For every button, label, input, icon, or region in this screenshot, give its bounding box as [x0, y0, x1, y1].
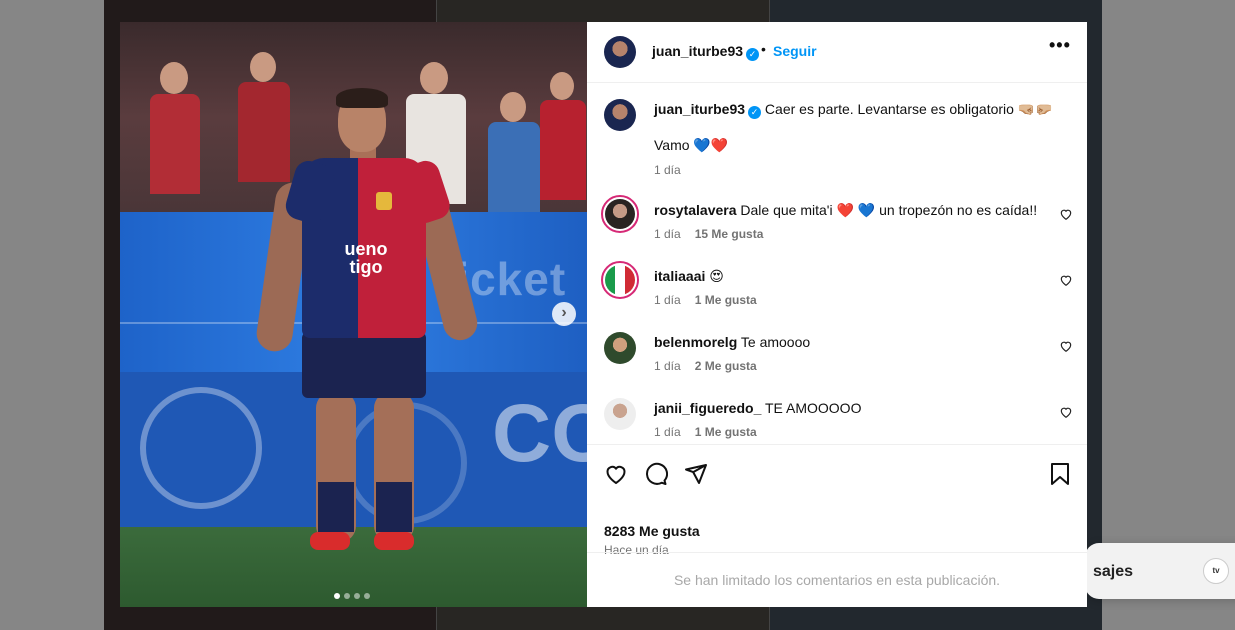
comment-bubble-icon[interactable] — [644, 462, 668, 486]
post-modal: ticket CO ueno tigo › juan_iturbe93 ✓ • … — [120, 22, 1087, 607]
more-options-icon[interactable]: ••• — [1049, 35, 1071, 56]
like-comment-heart-icon[interactable] — [1059, 405, 1073, 419]
post-actions: 8283 Me gusta Hace un día — [587, 444, 1087, 557]
post-header: juan_iturbe93 ✓ • Seguir ••• — [587, 22, 1087, 83]
comments-limited-notice: Se han limitado los comentarios en esta … — [587, 552, 1087, 608]
comment-text: Te amoooo — [740, 334, 811, 350]
author-avatar[interactable] — [604, 36, 636, 68]
next-image-button[interactable]: › — [552, 302, 576, 326]
author-username-link[interactable]: juan_iturbe93 ✓ — [652, 43, 760, 61]
carousel-dot — [344, 593, 350, 599]
comment-time: 1 día — [654, 293, 681, 307]
comment-meta: 1 día 15 Me gusta — [654, 227, 763, 241]
comment-meta: 1 día 1 Me gusta — [654, 425, 757, 439]
comment-text: Dale que mita'i ❤️ 💙 un tropezón no es c… — [740, 202, 1038, 218]
follow-button[interactable]: Seguir — [773, 43, 817, 59]
club-badge — [376, 192, 392, 210]
like-comment-heart-icon[interactable] — [1059, 207, 1073, 221]
commenter-avatar[interactable] — [601, 261, 639, 299]
commenter-avatar[interactable] — [604, 332, 636, 364]
post-media[interactable]: ticket CO ueno tigo › — [120, 22, 587, 607]
comment-item: rosytalavera Dale que mita'i ❤️ 💙 un tro… — [587, 193, 1087, 259]
messages-avatar: tv — [1203, 558, 1229, 584]
comment-username[interactable]: rosytalavera — [654, 202, 737, 218]
save-bookmark-icon[interactable] — [1049, 462, 1071, 486]
comment-text: 😍 — [709, 268, 724, 284]
comment-likes[interactable]: 2 Me gusta — [695, 359, 757, 373]
caption: juan_iturbe93 ✓ Caer es parte. Levantarse… — [587, 83, 1087, 193]
chevron-right-icon: › — [561, 304, 567, 321]
caption-text: Caer es parte. Levantarse es obligatorio… — [764, 101, 1053, 117]
comment-item: italiaaai 😍 1 día 1 Me gusta — [587, 259, 1087, 325]
verified-badge-icon: ✓ — [746, 48, 760, 61]
comment-meta: 1 día 1 Me gusta — [654, 293, 757, 307]
separator-dot: • — [761, 41, 766, 57]
commenter-avatar[interactable] — [604, 398, 636, 430]
comment-likes[interactable]: 1 Me gusta — [695, 293, 757, 307]
messages-button[interactable]: sajes tv — [1085, 543, 1235, 599]
wall-text: CO — [492, 388, 587, 479]
verified-badge-icon: ✓ — [748, 106, 762, 119]
commenter-avatar[interactable] — [601, 195, 639, 233]
comment-time: 1 día — [654, 425, 681, 439]
carousel-dot — [364, 593, 370, 599]
comment-username[interactable]: janii_figueredo_ — [654, 400, 761, 416]
carousel-dot — [334, 593, 340, 599]
messages-label: sajes — [1093, 563, 1134, 580]
comment-item: janii_figueredo_ TE AMOOOOO 1 día 1 Me gu… — [587, 391, 1087, 444]
caption-avatar[interactable] — [604, 99, 636, 131]
like-comment-heart-icon[interactable] — [1059, 339, 1073, 353]
like-comment-heart-icon[interactable] — [1059, 273, 1073, 287]
likes-count[interactable]: 8283 Me gusta — [604, 523, 700, 539]
caption-text-line2: Vamo 💙❤️ — [654, 137, 729, 153]
caption-time: 1 día — [654, 163, 681, 177]
carousel-dot — [354, 593, 360, 599]
comment-likes[interactable]: 1 Me gusta — [695, 425, 757, 439]
comment-username[interactable]: belenmorelg — [654, 334, 737, 350]
comment-time: 1 día — [654, 227, 681, 241]
comment-time: 1 día — [654, 359, 681, 373]
comment-meta: 1 día 2 Me gusta — [654, 359, 757, 373]
post-panel: juan_iturbe93 ✓ • Seguir ••• juan_iturbe9… — [587, 22, 1087, 607]
share-paper-plane-icon[interactable] — [684, 462, 708, 486]
comment-username[interactable]: italiaaai — [654, 268, 705, 284]
caption-username[interactable]: juan_iturbe93 — [654, 101, 745, 117]
comment-likes[interactable]: 15 Me gusta — [695, 227, 764, 241]
comment-text: TE AMOOOOO — [765, 400, 862, 416]
shirt-sponsor: ueno tigo — [344, 239, 388, 277]
player-figure: ueno tigo — [250, 88, 481, 572]
comment-item: belenmorelg Te amoooo 1 día 2 Me gusta — [587, 325, 1087, 391]
comments-list[interactable]: juan_iturbe93 ✓ Caer es parte. Levantarse… — [587, 83, 1087, 444]
like-heart-icon[interactable] — [604, 462, 628, 486]
carousel-indicator — [334, 586, 374, 599]
